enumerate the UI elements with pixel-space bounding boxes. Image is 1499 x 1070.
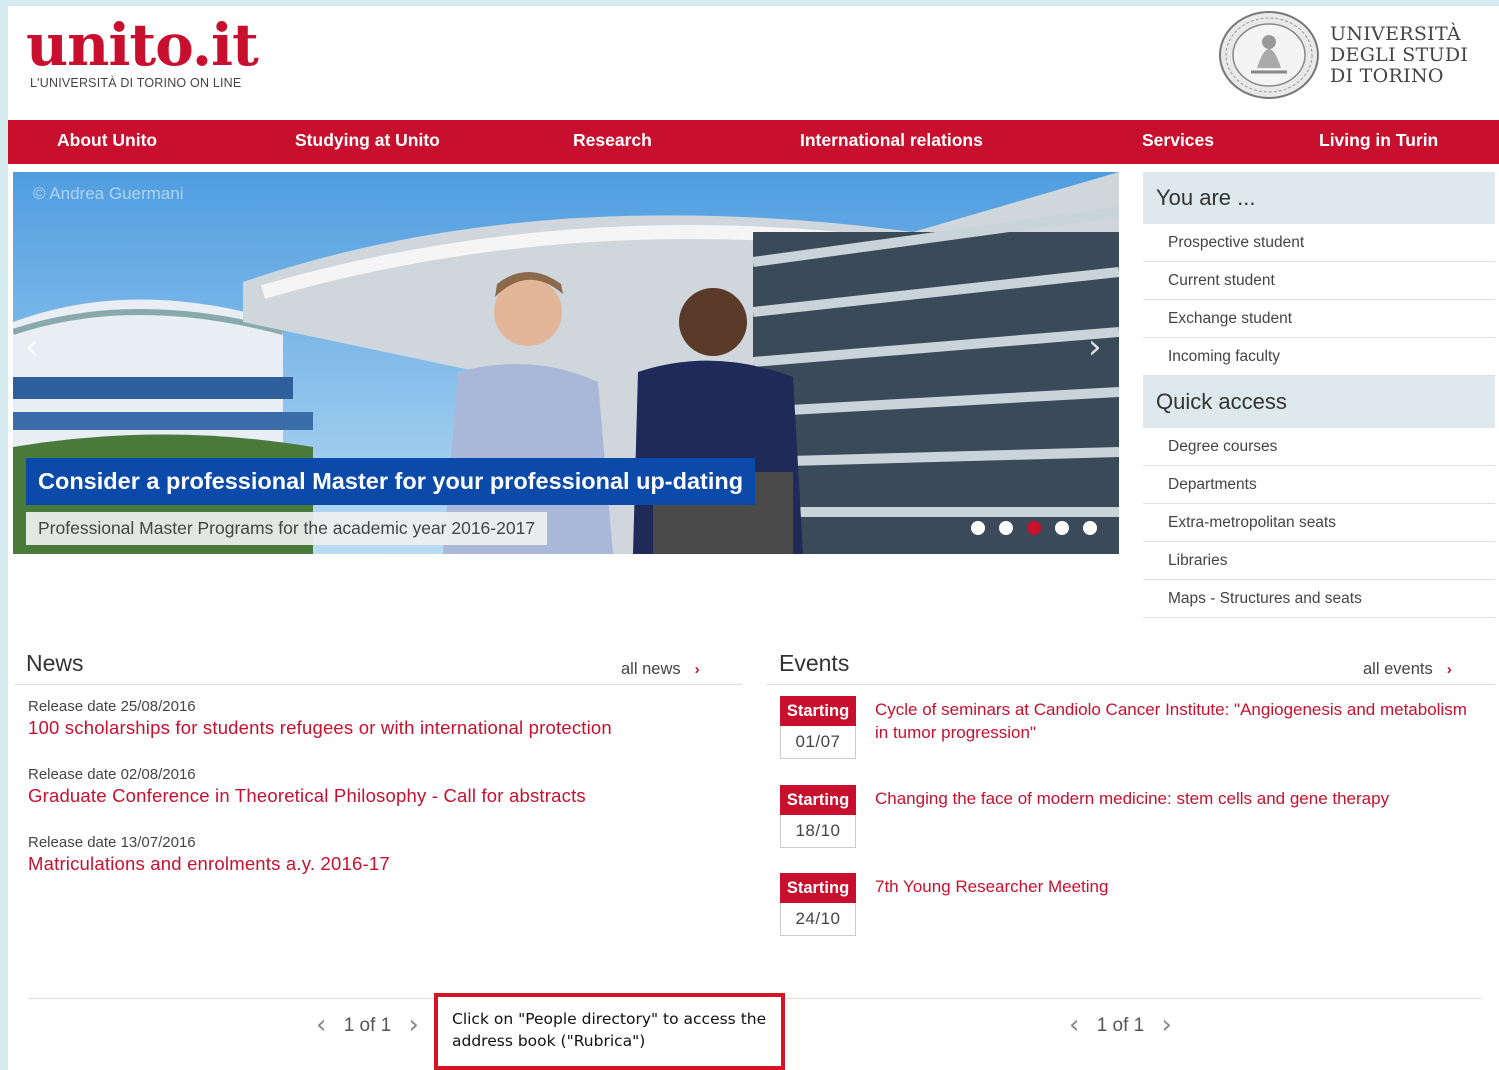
site-logo[interactable]: unito.it L'UNIVERSITÀ DI TORINO ON LINE: [26, 11, 259, 90]
event-date-badge: Starting 01/07: [780, 696, 856, 759]
news-pager: ‹ 1 of 1 ›: [316, 1010, 419, 1040]
pager-next-icon[interactable]: ›: [409, 1010, 419, 1040]
all-news-label: all news: [621, 660, 681, 678]
sidebar-item-libraries[interactable]: Libraries: [1143, 542, 1495, 580]
sidebar-item-departments[interactable]: Departments: [1143, 466, 1495, 504]
carousel-indicators: [971, 521, 1097, 535]
news-date: Release date 02/08/2016: [28, 766, 196, 783]
logo-wordmark: unito.it: [26, 11, 259, 79]
news-heading: News: [26, 650, 84, 676]
news-title-link[interactable]: Matriculations and enrolments a.y. 2016-…: [28, 853, 390, 875]
sidebar-item-maps[interactable]: Maps - Structures and seats: [1143, 580, 1495, 618]
event-date-badge: Starting 18/10: [780, 785, 856, 848]
sidebar-item-degree-courses[interactable]: Degree courses: [1143, 428, 1495, 466]
event-badge-date: 18/10: [780, 815, 856, 848]
main-nav: About Unito Studying at Unito Research I…: [8, 120, 1499, 164]
events-pager: ‹ 1 of 1 ›: [1069, 1010, 1172, 1040]
nav-item-about-unito[interactable]: About Unito: [57, 120, 157, 164]
sidebar-item-prospective-student[interactable]: Prospective student: [1143, 224, 1495, 262]
carousel-prev-icon[interactable]: ‹: [25, 327, 39, 367]
university-seal-icon: [1219, 11, 1319, 99]
news-item: Release date 02/08/2016 Graduate Confere…: [28, 766, 586, 807]
news-pager-text: 1 of 1: [343, 1015, 392, 1036]
carousel-dot[interactable]: [1055, 521, 1069, 535]
events-divider: [766, 684, 1495, 685]
hero-carousel[interactable]: © Andrea Guermani ‹ › Consider a profess…: [13, 172, 1119, 554]
nav-item-research[interactable]: Research: [573, 120, 652, 164]
event-badge-label: Starting: [780, 696, 856, 726]
event-badge-date: 01/07: [780, 726, 856, 759]
carousel-caption-title[interactable]: Consider a professional Master for your …: [26, 458, 756, 505]
news-divider: [14, 684, 742, 685]
event-badge-date: 24/10: [780, 903, 856, 936]
university-name: UNIVERSITÀ DEGLI STUDI DI TORINO: [1330, 24, 1468, 87]
sidebar-item-extra-metropolitan-seats[interactable]: Extra-metropolitan seats: [1143, 504, 1495, 542]
quick-access-heading: Quick access: [1143, 376, 1495, 428]
event-badge-label: Starting: [780, 785, 856, 815]
university-name-line: DEGLI STUDI: [1330, 44, 1469, 66]
pager-prev-icon[interactable]: ‹: [316, 1010, 326, 1040]
news-title-link[interactable]: Graduate Conference in Theoretical Philo…: [28, 785, 586, 807]
news-title-link[interactable]: 100 scholarships for students refugees o…: [28, 717, 612, 739]
carousel-dot[interactable]: [971, 521, 985, 535]
pager-prev-icon[interactable]: ‹: [1069, 1010, 1079, 1040]
all-events-link[interactable]: all events ›: [1363, 660, 1452, 679]
nav-item-international-relations[interactable]: International relations: [800, 120, 983, 164]
page: unito.it L'UNIVERSITÀ DI TORINO ON LINE …: [8, 6, 1499, 1070]
chevron-right-icon: ›: [1446, 661, 1452, 678]
you-are-heading: You are ...: [1143, 172, 1495, 224]
university-name-line: DI TORINO: [1330, 65, 1444, 87]
instruction-callout: Click on "People directory" to access th…: [434, 993, 785, 1070]
sidebar-item-exchange-student[interactable]: Exchange student: [1143, 300, 1495, 338]
events-heading: Events: [779, 650, 850, 676]
all-news-link[interactable]: all news ›: [621, 660, 700, 679]
carousel-dot[interactable]: [1083, 521, 1097, 535]
news-date: Release date 13/07/2016: [28, 834, 196, 851]
event-title-link[interactable]: Changing the face of modern medicine: st…: [875, 787, 1475, 810]
logo-tagline: L'UNIVERSITÀ DI TORINO ON LINE: [30, 76, 242, 90]
sidebar-item-current-student[interactable]: Current student: [1143, 262, 1495, 300]
news-item: Release date 25/08/2016 100 scholarships…: [28, 698, 612, 739]
university-name-line: UNIVERSITÀ: [1330, 23, 1461, 45]
photo-credit: © Andrea Guermani: [33, 184, 184, 203]
event-badge-label: Starting: [780, 873, 856, 903]
news-date: Release date 25/08/2016: [28, 698, 196, 715]
event-date-badge: Starting 24/10: [780, 873, 856, 936]
event-title-link[interactable]: 7th Young Researcher Meeting: [875, 875, 1475, 898]
event-title-link[interactable]: Cycle of seminars at Candiolo Cancer Ins…: [875, 698, 1475, 744]
chevron-right-icon: ›: [694, 661, 700, 678]
sidebar-item-incoming-faculty[interactable]: Incoming faculty: [1143, 338, 1495, 376]
sidebar: You are ... Prospective student Current …: [1143, 172, 1495, 618]
pager-next-icon[interactable]: ›: [1162, 1010, 1172, 1040]
news-item: Release date 13/07/2016 Matriculations a…: [28, 834, 390, 875]
all-events-label: all events: [1363, 660, 1433, 678]
carousel-next-icon[interactable]: ›: [1088, 327, 1102, 367]
nav-item-studying-at-unito[interactable]: Studying at Unito: [295, 120, 440, 164]
carousel-dot-active[interactable]: [1027, 521, 1041, 535]
carousel-caption-subtitle[interactable]: Professional Master Programs for the aca…: [26, 512, 548, 545]
events-pager-text: 1 of 1: [1096, 1015, 1145, 1036]
carousel-dot[interactable]: [999, 521, 1013, 535]
nav-item-living-in-turin[interactable]: Living in Turin: [1319, 120, 1438, 164]
nav-item-services[interactable]: Services: [1142, 120, 1214, 164]
